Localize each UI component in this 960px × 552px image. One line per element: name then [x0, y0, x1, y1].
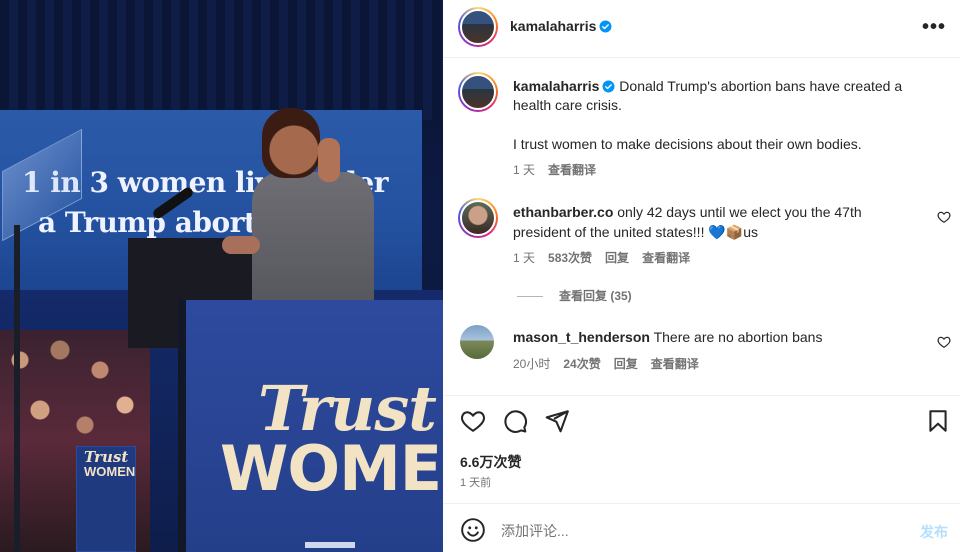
podium-text-line-2: WOMEN	[220, 432, 443, 505]
composer-divider	[443, 503, 960, 504]
replies-divider	[517, 296, 543, 298]
view-replies-button[interactable]: 查看回复 (35)	[517, 287, 632, 304]
speaker-raised-hand	[318, 138, 340, 182]
comment-reply-button[interactable]: 回复	[614, 357, 638, 371]
post-photo[interactable]: 1 in 3 women live under a Trump abortion…	[0, 0, 443, 552]
comment-avatar-ethanbarber[interactable]	[458, 198, 498, 238]
add-comment-input[interactable]	[501, 521, 881, 541]
comment-translate-link[interactable]: 查看翻译	[642, 251, 690, 265]
comment-ethanbarber: ethanbarber.co only 42 days until we ele…	[513, 202, 933, 222]
author-username[interactable]: kamalaharris	[510, 18, 612, 34]
share-send-icon[interactable]	[544, 408, 570, 434]
more-options-icon[interactable]: •••	[922, 16, 946, 39]
caption-username[interactable]: kamalaharris	[513, 78, 599, 94]
caption-meta: 1 天查看翻译	[513, 161, 609, 178]
speaker-body	[252, 172, 374, 312]
speaker-head	[262, 108, 320, 178]
caption-text-line-2: health care crisis.	[513, 97, 622, 113]
view-replies-label[interactable]: 查看回复 (35)	[559, 289, 632, 303]
comment-like-heart-icon[interactable]	[937, 335, 951, 349]
comment-bubble-icon[interactable]	[502, 408, 528, 434]
comment-time: 1 天	[513, 251, 536, 265]
comment-likes[interactable]: 24次赞	[563, 357, 600, 371]
post-header: kamalaharris •••	[443, 0, 960, 58]
speaker-hand	[222, 236, 260, 254]
comment-text-line-1: only 42 days until we elect you the 47th	[617, 204, 862, 220]
comment-text: There are no abortion bans	[653, 329, 823, 345]
verified-badge-icon	[602, 80, 615, 93]
comment-like-heart-icon[interactable]	[937, 210, 951, 224]
comment-mason: mason_t_henderson There are no abortion …	[513, 327, 933, 347]
author-username-text[interactable]: kamalaharris	[510, 18, 596, 34]
author-avatar[interactable]	[458, 7, 498, 47]
comment-username[interactable]: mason_t_henderson	[513, 329, 650, 345]
post-detail-panel: kamalaharris ••• kamalaharris Donald Tru…	[443, 0, 960, 552]
comment-avatar-mason[interactable]	[460, 325, 494, 359]
save-bookmark-icon[interactable]	[925, 408, 951, 434]
like-heart-icon[interactable]	[460, 408, 486, 434]
stage-curtain	[0, 0, 443, 120]
caption-avatar[interactable]	[458, 72, 498, 112]
like-count[interactable]: 6.6万次赞	[460, 452, 521, 472]
comment-meta: 20小时 24次赞 回复 查看翻译	[513, 355, 712, 372]
comment-translate-link[interactable]: 查看翻译	[651, 357, 699, 371]
comment-username[interactable]: ethanbarber.co	[513, 204, 613, 220]
post-date[interactable]: 1 天前	[460, 474, 491, 490]
caption-translate-link[interactable]: 查看翻译	[548, 163, 596, 177]
comment-meta: 1 天 583次赞 回复 查看翻译	[513, 249, 703, 266]
caption-text-line-1: Donald Trump's abortion bans have create…	[619, 78, 903, 94]
comment-time: 20小时	[513, 357, 551, 371]
podium-plaque	[305, 542, 355, 548]
sign-text-line-2: WOMEN	[84, 464, 136, 479]
caption: kamalaharris Donald Trump's abortion ban…	[513, 76, 933, 96]
comment-reply-button[interactable]: 回复	[605, 251, 629, 265]
actions-divider	[443, 395, 960, 396]
caption-time: 1 天	[513, 163, 536, 177]
emoji-icon[interactable]	[460, 517, 486, 543]
teleprompter-stand	[14, 225, 20, 552]
verified-badge-icon	[599, 20, 612, 33]
comment-text-line-2: president of the united states!!! 💙📦us	[513, 224, 758, 240]
post-comment-button[interactable]: 发布	[920, 522, 948, 542]
caption-text-line-3: I trust women to make decisions about th…	[513, 136, 862, 152]
comment-likes[interactable]: 583次赞	[548, 251, 592, 265]
